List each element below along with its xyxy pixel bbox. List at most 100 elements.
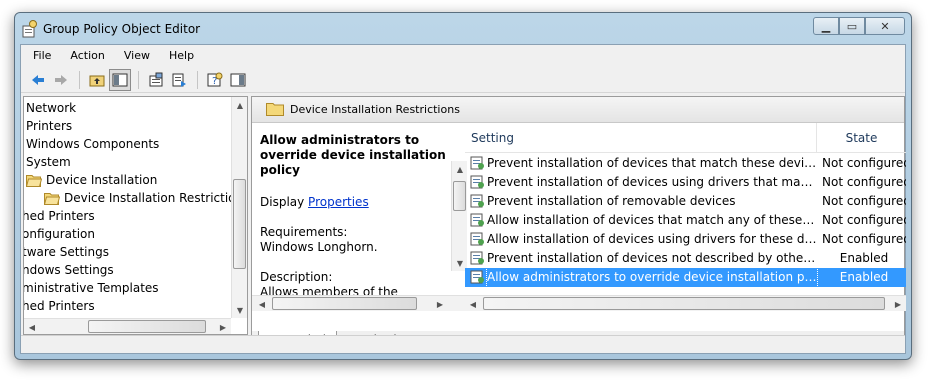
client-area: File Action View Help ? Network Printers… — [20, 44, 906, 354]
tree-item-label: hed Printers — [23, 209, 95, 223]
tree-item-label: ndows Settings — [23, 263, 114, 277]
tree-item-label: System — [26, 155, 71, 169]
scroll-left-icon[interactable]: ◀ — [254, 296, 270, 311]
tree-item-network[interactable]: Network — [26, 99, 76, 117]
export-list-button[interactable] — [168, 69, 190, 91]
list-item[interactable]: Prevent installation of devices using dr… — [465, 173, 906, 192]
scroll-right-icon[interactable]: ▶ — [432, 296, 448, 311]
toolbar-separator — [197, 70, 198, 89]
scroll-right-icon[interactable]: ▶ — [215, 319, 231, 334]
list-item[interactable]: Prevent installation of removable device… — [465, 192, 906, 211]
requirements-label: Requirements: — [260, 225, 348, 239]
details-header: Device Installation Restrictions — [252, 97, 904, 123]
tree-item-attached-printers[interactable]: hed Printers — [24, 297, 95, 315]
setting-state: Not configured — [822, 194, 906, 208]
show-hide-pane-button[interactable] — [227, 69, 249, 91]
back-button[interactable] — [27, 69, 49, 91]
help-button[interactable]: ? — [204, 69, 226, 91]
window-controls: ▁ ▭ ✕ — [813, 17, 905, 35]
title-bar[interactable]: Group Policy Object Editor ▁ ▭ ✕ — [15, 13, 911, 45]
tree-item-configuration[interactable]: onfiguration — [23, 225, 96, 243]
policy-title: Allow administrators to override device … — [260, 133, 446, 177]
setting-name: Allow installation of devices that match… — [487, 213, 817, 227]
setting-state: Not configured — [822, 175, 906, 189]
list-item[interactable]: Allow installation of devices using driv… — [465, 230, 906, 249]
tree-item-label: Device Installation — [46, 173, 158, 187]
properties-link[interactable]: Properties — [308, 195, 369, 209]
menu-bar: File Action View Help — [21, 45, 905, 65]
tree-item-label: onfiguration — [23, 227, 96, 241]
menu-file[interactable]: File — [33, 49, 51, 62]
tree-item-windows-settings[interactable]: ndows Settings — [23, 261, 114, 279]
scroll-up-icon[interactable]: ▲ — [232, 97, 247, 113]
close-button[interactable]: ✕ — [865, 17, 905, 35]
setting-state: Enabled — [839, 251, 889, 265]
settings-list[interactable]: Setting State Prevent installation of de… — [465, 123, 906, 311]
display-prefix: Display — [260, 195, 309, 209]
console-tree[interactable]: Network Printers Windows Components Syst… — [23, 96, 248, 335]
main-window: Group Policy Object Editor ▁ ▭ ✕ File Ac… — [14, 12, 912, 360]
scroll-thumb[interactable] — [233, 179, 246, 269]
close-icon: ✕ — [880, 19, 890, 33]
scroll-left-icon[interactable]: ◀ — [465, 296, 481, 311]
details-header-path: Device Installation Restrictions — [290, 103, 460, 116]
scroll-thumb[interactable] — [272, 297, 417, 310]
menu-action[interactable]: Action — [70, 49, 104, 62]
setting-state: Not configured — [822, 213, 906, 227]
column-header-setting[interactable]: Setting — [465, 123, 817, 153]
setting-name: Prevent installation of devices not desc… — [487, 251, 817, 265]
menu-help[interactable]: Help — [169, 49, 194, 62]
description-horizontal-scrollbar[interactable]: ◀ ▶ — [252, 295, 465, 311]
forward-icon — [55, 74, 67, 85]
minimize-icon: ▁ — [821, 19, 831, 33]
toolbar: ? — [21, 67, 905, 93]
tree-item-windows-components[interactable]: Windows Components — [26, 135, 159, 153]
description-label: Description: — [260, 270, 333, 284]
back-icon — [32, 74, 44, 85]
column-header-state[interactable]: State — [817, 123, 906, 153]
details-pane: Device Installation Restrictions Allow a… — [251, 96, 906, 352]
setting-name: Allow administrators to override device … — [486, 267, 818, 288]
tree-item-attached-printers[interactable]: hed Printers — [23, 207, 95, 225]
tree-item-system[interactable]: System — [26, 153, 71, 171]
maximize-button[interactable]: ▭ — [839, 17, 865, 35]
list-item[interactable]: Prevent installation of devices that mat… — [465, 154, 906, 173]
list-horizontal-scrollbar[interactable]: ◀ ▶ — [465, 295, 906, 311]
scroll-thumb[interactable] — [483, 297, 885, 310]
scroll-left-icon[interactable]: ◀ — [24, 319, 40, 334]
display-properties-line: Display Properties — [260, 195, 450, 210]
scroll-thumb[interactable] — [88, 320, 206, 333]
scroll-right-icon[interactable]: ▶ — [890, 296, 906, 311]
tree-item-device-installation-restrictions[interactable]: Device Installation Restrictions — [44, 189, 247, 207]
properties-button[interactable] — [145, 69, 167, 91]
menu-view[interactable]: View — [124, 49, 150, 62]
folder-open-icon — [26, 175, 42, 187]
tree-horizontal-scrollbar[interactable]: ◀ ▶ — [24, 318, 231, 334]
list-item[interactable]: Prevent installation of devices not desc… — [465, 249, 906, 268]
show-hide-tree-button[interactable] — [109, 68, 131, 91]
tree-item-device-installation[interactable]: Device Installation — [26, 171, 157, 189]
tree-item-label: ministrative Templates — [23, 281, 159, 295]
tree-item-administrative-templates[interactable]: ministrative Templates — [23, 279, 159, 297]
tree-item-printers[interactable]: Printers — [26, 117, 72, 135]
tree-item-software-settings[interactable]: tware Settings — [24, 243, 109, 261]
scroll-down-icon[interactable]: ▼ — [232, 302, 247, 318]
folder-open-icon — [44, 193, 60, 205]
group-policy-app-icon — [22, 20, 37, 38]
policy-setting-icon — [470, 156, 484, 170]
policy-setting-icon — [470, 175, 484, 189]
extended-description: Allow administrators to override device … — [252, 123, 467, 311]
setting-state: Not configured — [822, 156, 906, 170]
window-title: Group Policy Object Editor — [43, 22, 201, 36]
maximize-icon: ▭ — [846, 19, 858, 33]
minimize-button[interactable]: ▁ — [813, 17, 839, 35]
tree-vertical-scrollbar[interactable]: ▲ ▼ — [231, 97, 247, 318]
forward-button[interactable] — [50, 69, 72, 91]
list-item[interactable]: Allow installation of devices that match… — [465, 211, 906, 230]
policy-setting-icon — [470, 251, 484, 265]
setting-name: Prevent installation of devices using dr… — [487, 175, 817, 189]
policy-setting-icon — [470, 194, 484, 208]
up-one-level-button[interactable] — [86, 69, 108, 91]
list-item-selected[interactable]: Allow administrators to override device … — [465, 267, 906, 288]
tree-item-label: Windows Components — [26, 137, 160, 151]
